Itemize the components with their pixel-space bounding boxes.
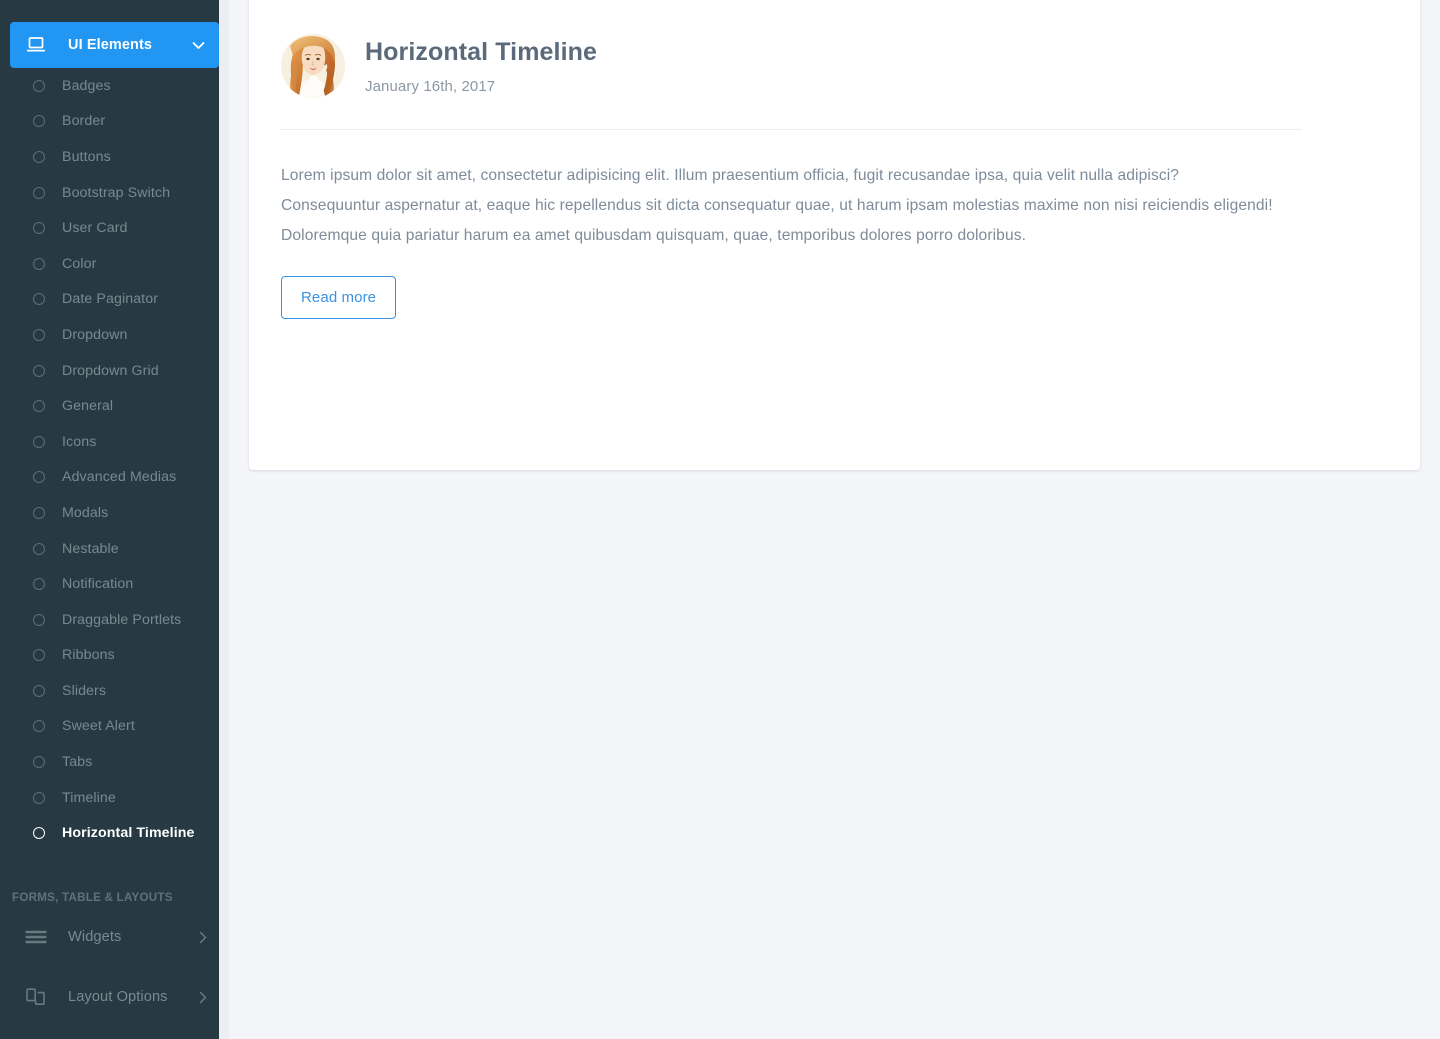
- copy-layers-icon: [24, 986, 48, 1008]
- sidebar-item-horizontal-timeline[interactable]: Horizontal Timeline: [0, 815, 229, 851]
- sidebar-item-label: Badges: [62, 77, 111, 94]
- sidebar-item-widgets[interactable]: Widgets: [0, 907, 229, 967]
- page-title: Horizontal Timeline: [365, 38, 598, 66]
- sidebar-item-advanced-medias[interactable]: Advanced Medias: [0, 460, 229, 496]
- read-more-button[interactable]: Read more: [281, 276, 397, 320]
- chevron-down-icon[interactable]: [192, 41, 205, 50]
- circle-bullet-icon: [33, 613, 45, 626]
- sidebar-item-dropdown[interactable]: Dropdown: [0, 317, 229, 353]
- circle-bullet-icon: [33, 115, 45, 128]
- divider: [281, 129, 1302, 130]
- sidebar-item-bootstrap-switch[interactable]: Bootstrap Switch: [0, 175, 229, 211]
- sidebar-item-label: Timeline: [62, 789, 116, 806]
- sidebar-item-nestable[interactable]: Nestable: [0, 531, 229, 567]
- sidebar-item-label: Dropdown Grid: [62, 362, 159, 379]
- chevron-right-icon[interactable]: [199, 931, 207, 944]
- sidebar-item-date-paginator[interactable]: Date Paginator: [0, 282, 229, 318]
- sidebar-item-label: Notification: [62, 576, 134, 593]
- timeline-post-card: Horizontal Timeline January 16th, 2017 L…: [249, 0, 1420, 470]
- sidebar-item-buttons[interactable]: Buttons: [0, 139, 229, 175]
- sidebar-item-notification[interactable]: Notification: [0, 566, 229, 602]
- sidebar-item-label: Color: [62, 255, 97, 272]
- post-body-text: Lorem ipsum dolor sit amet, consectetur …: [281, 167, 1273, 245]
- circle-bullet-icon: [33, 506, 45, 519]
- chevron-right-icon[interactable]: [199, 991, 207, 1004]
- circle-bullet-icon: [33, 578, 45, 591]
- circle-bullet-icon: [33, 79, 45, 92]
- circle-bullet-icon: [33, 222, 45, 235]
- sidebar: UI Elements Badges Border Buttons Bootstrap…: [0, 0, 229, 1039]
- avatar: [281, 34, 345, 98]
- sidebar-item-label: Border: [62, 113, 106, 130]
- sidebar-item-icons[interactable]: Icons: [0, 424, 229, 460]
- sidebar-item-color[interactable]: Color: [0, 246, 229, 282]
- sidebar-item-label: Date Paginator: [62, 291, 159, 308]
- sidebar-item-layout-options[interactable]: Layout Options: [0, 967, 229, 1027]
- sidebar-item-dropdown-grid[interactable]: Dropdown Grid: [0, 353, 229, 389]
- circle-bullet-icon: [33, 435, 45, 448]
- sidebar-item-sweet-alert[interactable]: Sweet Alert: [0, 709, 229, 745]
- post-header: Horizontal Timeline January 16th, 2017: [281, 30, 1384, 102]
- hamburger-icon: [24, 929, 48, 945]
- circle-bullet-icon: [33, 827, 45, 840]
- sidebar-item-tabs[interactable]: Tabs: [0, 744, 229, 780]
- sidebar-item-border[interactable]: Border: [0, 104, 229, 140]
- sidebar-item-sliders[interactable]: Sliders: [0, 673, 229, 709]
- circle-bullet-icon: [33, 649, 45, 662]
- laptop-icon: [24, 36, 48, 54]
- sidebar-item-draggable-portlets[interactable]: Draggable Portlets: [0, 602, 229, 638]
- sidebar-item-label: Ribbons: [62, 647, 115, 664]
- sidebar-item-user-card[interactable]: User Card: [0, 210, 229, 246]
- sidebar-item-label: Bootstrap Switch: [62, 184, 171, 201]
- app-root: UI Elements Badges Border Buttons Bootstrap…: [0, 0, 1440, 1039]
- sidebar-item-timeline[interactable]: Timeline: [0, 780, 229, 816]
- sidebar-item-label: Widgets: [68, 929, 122, 946]
- circle-bullet-icon: [33, 293, 45, 306]
- sidebar-scrollbar[interactable]: [219, 0, 229, 1039]
- sidebar-item-general[interactable]: General: [0, 388, 229, 424]
- circle-bullet-icon: [33, 150, 45, 163]
- circle-bullet-icon: [33, 791, 45, 804]
- sidebar-item-label: Sweet Alert: [62, 718, 135, 735]
- circle-bullet-icon: [33, 756, 45, 769]
- circle-bullet-icon: [33, 720, 45, 733]
- sidebar-item-label: UI Elements: [68, 37, 153, 53]
- circle-bullet-icon: [33, 542, 45, 555]
- circle-bullet-icon: [33, 684, 45, 697]
- main-content: Horizontal Timeline January 16th, 2017 L…: [229, 0, 1440, 1039]
- circle-bullet-icon: [33, 400, 45, 413]
- sidebar-item-label: Modals: [62, 504, 109, 521]
- circle-bullet-icon: [33, 471, 45, 484]
- sidebar-item-label: Tabs: [62, 754, 93, 771]
- sidebar-item-label: Layout Options: [68, 989, 168, 1006]
- sidebar-scroll-region[interactable]: UI Elements Badges Border Buttons Bootstrap…: [0, 0, 229, 1039]
- post-date: January 16th, 2017: [365, 78, 496, 95]
- sidebar-item-badges[interactable]: Badges: [0, 68, 229, 104]
- sidebar-item-label: User Card: [62, 220, 128, 237]
- circle-bullet-icon: [33, 186, 45, 199]
- circle-bullet-icon: [33, 364, 45, 377]
- circle-bullet-icon: [33, 257, 45, 270]
- sidebar-sublist: Badges Border Buttons Bootstrap Switch User …: [0, 68, 229, 851]
- sidebar-item-label: Advanced Medias: [62, 469, 177, 486]
- sidebar-item-ribbons[interactable]: Ribbons: [0, 638, 229, 674]
- sidebar-item-label: Sliders: [62, 682, 107, 699]
- sidebar-item-modals[interactable]: Modals: [0, 495, 229, 531]
- sidebar-item-ui-elements[interactable]: UI Elements: [10, 22, 219, 68]
- sidebar-item-label: General: [62, 398, 114, 415]
- user-avatar-photo: [281, 34, 345, 98]
- sidebar-section-heading: FORMS, TABLE & LAYOUTS: [12, 890, 173, 904]
- sidebar-item-label: Draggable Portlets: [62, 611, 182, 628]
- sidebar-item-label: Buttons: [62, 148, 111, 165]
- circle-bullet-icon: [33, 328, 45, 341]
- sidebar-item-label: Horizontal Timeline: [62, 825, 195, 842]
- sidebar-item-label: Nestable: [62, 540, 119, 557]
- sidebar-item-label: Icons: [62, 433, 97, 450]
- sidebar-item-label: Dropdown: [62, 326, 128, 343]
